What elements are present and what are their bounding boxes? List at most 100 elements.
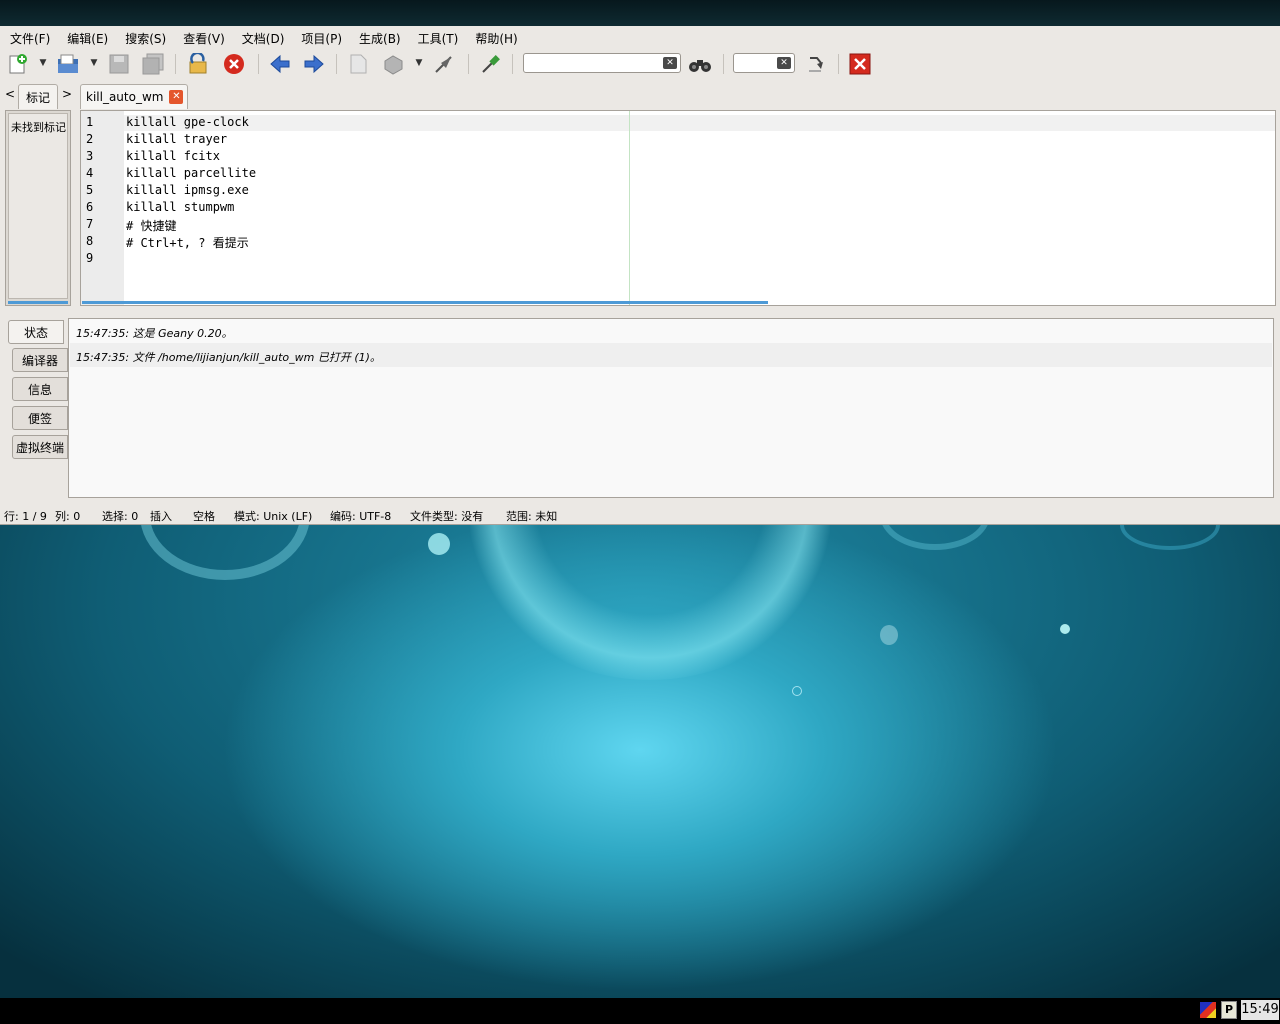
revert-icon [189, 53, 207, 74]
code-line: # Ctrl+t, ? 看提示 [126, 236, 249, 250]
menu-file[interactable]: 文件(F) [10, 26, 50, 48]
tab-terminal[interactable]: 虚拟终端 [12, 435, 68, 459]
code-editor[interactable]: 1 2 3 4 5 6 7 8 9 killall gpe-clock killall traye… [80, 110, 1276, 306]
tab-messages-label: 信息 [27, 382, 52, 397]
symbols-panel: 未找到标记 [5, 110, 71, 306]
input-method-icon[interactable] [1200, 1002, 1216, 1018]
line-number: 7 [86, 217, 94, 231]
editor-horizontal-scrollbar[interactable] [82, 301, 768, 304]
clear-icon[interactable]: ✕ [777, 57, 791, 69]
status-line: 行: 1 / 9 [4, 510, 47, 523]
chevron-down-icon[interactable]: ▼ [88, 58, 100, 70]
status-scope: 范围: 未知 [506, 510, 558, 523]
clipboard-tray-icon[interactable]: P [1221, 1001, 1237, 1019]
current-line-highlight [124, 115, 1275, 131]
status-insert-mode: 插入 [150, 510, 172, 523]
tab-document[interactable]: kill_auto_wm ✕ [80, 84, 189, 109]
menu-project[interactable]: 项目(P) [301, 26, 342, 48]
document-tab-label: kill_auto_wm [86, 90, 164, 104]
menu-document[interactable]: 文档(D) [242, 26, 285, 48]
line-number: 9 [86, 251, 94, 265]
search-input[interactable]: ✕ [523, 53, 681, 73]
tab-status-label: 状态 [23, 325, 48, 340]
close-file-button[interactable] [222, 52, 246, 76]
code-line: killall stumpwm [126, 200, 235, 214]
menu-edit[interactable]: 编辑(E) [67, 26, 108, 48]
sidebar-tabs: < 标记 > [0, 82, 75, 109]
find-button[interactable] [688, 52, 712, 76]
toolbar-separator [468, 54, 469, 74]
status-indent: 空格 [193, 510, 215, 523]
compile-icon [350, 54, 367, 74]
symbols-list[interactable]: 未找到标记 [8, 113, 68, 299]
chevron-down-icon[interactable]: ▼ [37, 58, 49, 70]
chevron-down-icon[interactable]: ▼ [413, 58, 425, 70]
menu-tools[interactable]: 工具(T) [418, 26, 459, 48]
sidebar-scrollbar[interactable] [8, 301, 68, 304]
goto-line-input[interactable]: ✕ [733, 53, 795, 73]
message-line: 15:47:35: 这是 Geany 0.20。 [76, 327, 233, 340]
arrow-right-icon [304, 54, 324, 74]
tab-symbols-label: 标记 [25, 90, 50, 105]
tab-symbols[interactable]: 标记 [18, 84, 58, 109]
long-line-marker [629, 111, 630, 305]
run-button[interactable] [432, 52, 456, 76]
tab-scribble[interactable]: 便签 [12, 406, 68, 430]
compile-button[interactable] [346, 52, 370, 76]
sidebar-next-arrow[interactable]: > [62, 87, 72, 101]
line-number: 2 [86, 132, 94, 146]
close-icon[interactable]: ✕ [169, 90, 184, 104]
new-file-button[interactable] [6, 52, 30, 76]
navigate-back-button[interactable] [268, 52, 292, 76]
quit-button[interactable] [848, 52, 872, 76]
symbols-empty-text: 未找到标记 [11, 121, 66, 134]
build-icon [384, 55, 403, 75]
save-icon [109, 54, 129, 74]
status-column: 列: 0 [55, 510, 81, 523]
clear-icon[interactable]: ✕ [663, 57, 677, 69]
toolbar-separator [838, 54, 839, 74]
revert-button[interactable] [186, 52, 210, 76]
statusbar: 行: 1 / 9 列: 0 选择: 0 插入 空格 模式: Unix (LF) … [0, 504, 1280, 524]
sidebar-prev-arrow[interactable]: < [5, 87, 15, 101]
line-number: 5 [86, 183, 94, 197]
line-number: 1 [86, 115, 94, 129]
code-line: killall parcellite [126, 166, 257, 180]
status-filetype: 文件类型: 没有 [410, 510, 484, 523]
jump-icon [809, 57, 823, 72]
top-panel [0, 0, 1280, 26]
menu-search[interactable]: 搜索(S) [125, 26, 166, 48]
clock[interactable]: 15:49 [1241, 1000, 1279, 1020]
wallpaper-dot [880, 625, 898, 645]
open-file-button[interactable] [56, 52, 80, 76]
status-encoding: 编码: UTF-8 [330, 510, 392, 523]
binoculars-icon [689, 60, 711, 72]
geany-window: 文件(F) 编辑(E) 搜索(S) 查看(V) 文档(D) 项目(P) 生成(B… [0, 26, 1280, 525]
menubar: 文件(F) 编辑(E) 搜索(S) 查看(V) 文档(D) 项目(P) 生成(B… [0, 26, 1280, 48]
goto-line-button[interactable] [803, 52, 827, 76]
save-button[interactable] [107, 52, 131, 76]
status-message-list[interactable]: 15:47:35: 这是 Geany 0.20。 15:47:35: 文件 /h… [68, 318, 1274, 498]
arrow-left-icon [270, 54, 290, 74]
menu-view[interactable]: 查看(V) [183, 26, 225, 48]
menu-help[interactable]: 帮助(H) [475, 26, 517, 48]
tab-compiler[interactable]: 编译器 [12, 348, 68, 372]
navigate-forward-button[interactable] [302, 52, 326, 76]
tab-terminal-label: 虚拟终端 [15, 440, 64, 455]
folder-open-icon [58, 54, 78, 73]
quit-icon [849, 53, 871, 75]
status-eol-mode: 模式: Unix (LF) [234, 510, 313, 523]
build-button[interactable] [381, 52, 405, 76]
tab-messages[interactable]: 信息 [12, 377, 68, 401]
toolbar-separator [258, 54, 259, 74]
menu-build[interactable]: 生成(B) [359, 26, 401, 48]
taskbar: P 15:49 [0, 998, 1280, 1024]
save-all-button[interactable] [141, 52, 165, 76]
line-number: 4 [86, 166, 94, 180]
color-picker-button[interactable] [478, 52, 502, 76]
message-line: 15:47:35: 文件 /home/lijianjun/kill_auto_w… [76, 351, 381, 364]
tab-status[interactable]: 状态 [8, 320, 64, 344]
run-icon [435, 56, 452, 73]
toolbar-separator [723, 54, 724, 74]
toolbar-separator [512, 54, 513, 74]
